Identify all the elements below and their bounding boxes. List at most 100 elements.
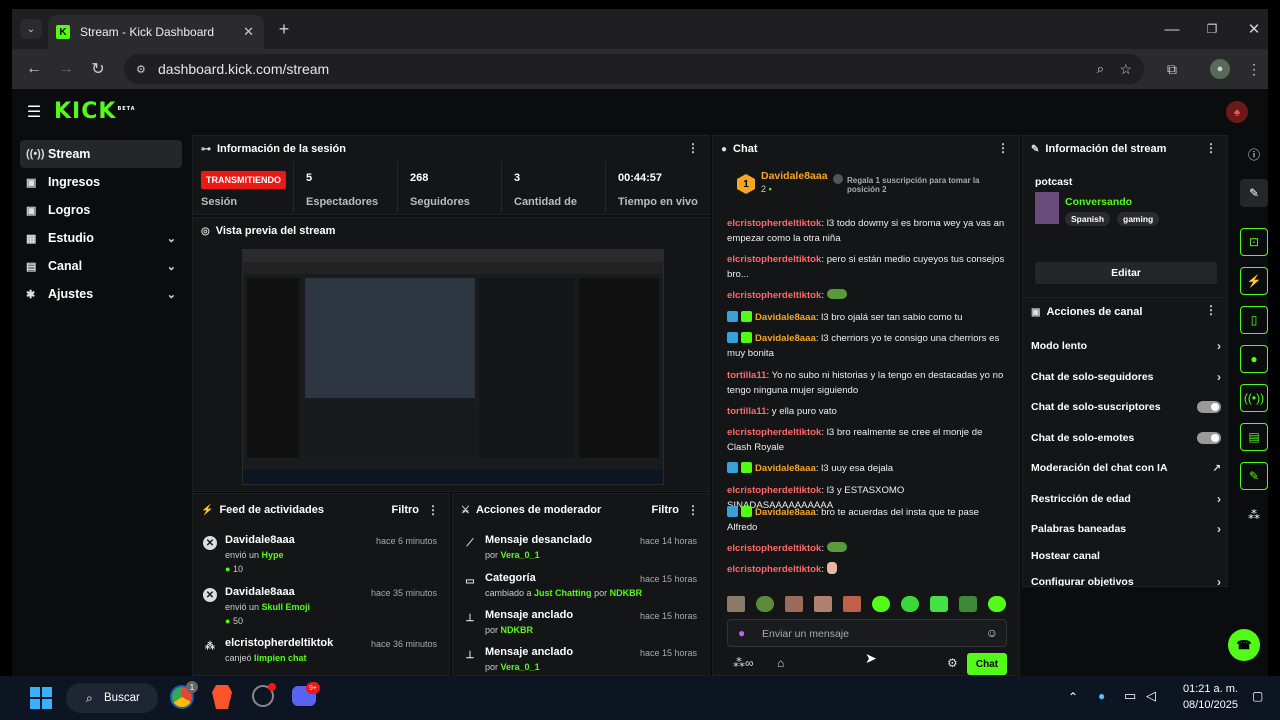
kebab-menu-icon[interactable]: ⋮ xyxy=(997,141,1009,155)
sidebar-item-ingresos[interactable]: ▣ Ingresos xyxy=(20,168,182,196)
mod-who[interactable]: Vera_0_1 xyxy=(501,550,540,560)
action-age-restriction[interactable]: Restricción de edad › xyxy=(1031,487,1221,511)
chat-user[interactable]: elcristopherdeltiktok xyxy=(727,218,821,229)
back-icon[interactable]: ← xyxy=(24,59,44,79)
document-icon[interactable]: ▯ xyxy=(1240,306,1268,334)
kebab-menu-icon[interactable]: ⋮ xyxy=(687,141,699,155)
chat-user[interactable]: Davidale8aaa xyxy=(755,507,816,518)
volume-icon[interactable]: ◁ xyxy=(1146,688,1156,704)
emote-icon[interactable] xyxy=(959,596,977,612)
chat-user[interactable]: elcristopherdeltiktok xyxy=(727,485,821,496)
minimize-icon[interactable]: — xyxy=(1162,19,1182,39)
mic-icon[interactable]: ● xyxy=(738,626,745,640)
edit-pencil-icon[interactable]: ✎ xyxy=(1240,179,1268,207)
tag-pill[interactable]: Spanish xyxy=(1065,212,1111,226)
tag-pill[interactable]: gaming xyxy=(1117,212,1160,226)
action-followers-only[interactable]: Chat de solo-seguidores › xyxy=(1031,365,1221,389)
clock-time[interactable]: 01:21 a. m. xyxy=(1178,683,1238,695)
zoom-icon[interactable]: ⌕ xyxy=(1097,61,1104,77)
tab-close-icon[interactable]: ✕ xyxy=(243,24,254,40)
site-info-icon[interactable]: ⚙ xyxy=(136,63,146,76)
restore-icon[interactable]: ❐ xyxy=(1202,19,1222,39)
bookmark-star-icon[interactable]: ☆ xyxy=(1119,61,1132,78)
feed-filter-button[interactable]: Filtro xyxy=(392,504,420,516)
kebab-menu-icon[interactable]: ⋮ xyxy=(1205,303,1217,317)
wrench-rail-icon[interactable]: ✎ xyxy=(1240,462,1268,490)
sidebar-item-estudio[interactable]: ▦ Estudio ⌄ xyxy=(20,224,182,252)
kebab-menu-icon[interactable]: ⋮ xyxy=(1205,141,1217,155)
chat-user[interactable]: Davidale8aaa xyxy=(755,333,816,344)
gift-prompt[interactable]: Regala 1 suscripción para tomar la posic… xyxy=(847,176,1007,194)
feed-user[interactable]: Davidale8aaa xyxy=(225,586,295,598)
hamburger-menu-icon[interactable]: ☰ xyxy=(24,102,44,122)
emote-icon[interactable] xyxy=(901,596,919,612)
action-banned-words[interactable]: Palabras baneadas › xyxy=(1031,517,1221,541)
chat-user[interactable]: elcristopherdeltiktok xyxy=(727,290,821,301)
extensions-icon[interactable]: ⧉ xyxy=(1162,59,1182,79)
edit-button[interactable]: Editar xyxy=(1035,262,1217,284)
chat-user[interactable]: elcristopherdeltiktok xyxy=(727,254,821,265)
browser-menu-icon[interactable]: ⋮ xyxy=(1246,59,1262,79)
emote-icon[interactable] xyxy=(756,596,774,612)
taskbar-search[interactable]: ⌕ Buscar xyxy=(66,683,158,713)
emote-icon[interactable] xyxy=(727,596,745,612)
info-icon[interactable]: ⓘ xyxy=(1240,140,1268,168)
stream-preview-video[interactable] xyxy=(242,249,664,485)
emote-icon[interactable] xyxy=(930,596,948,612)
chat-user[interactable]: elcristopherdeltiktok xyxy=(727,543,821,554)
action-goals[interactable]: Configurar objetivos › xyxy=(1031,570,1221,586)
windows-start-icon[interactable] xyxy=(30,687,52,709)
forward-icon[interactable]: → xyxy=(56,59,76,79)
microphone-icon[interactable]: ● xyxy=(1098,689,1105,703)
mod-filter-button[interactable]: Filtro xyxy=(652,504,680,516)
chat-user[interactable]: tortilla11 xyxy=(727,406,766,417)
action-ai-moderation[interactable]: Moderación del chat con IA ↗ xyxy=(1031,456,1221,480)
emote-icon[interactable] xyxy=(988,596,1006,612)
action-slow-mode[interactable]: Modo lento › xyxy=(1031,334,1221,358)
new-tab-icon[interactable]: + xyxy=(274,19,294,39)
mod-who[interactable]: NDKBR xyxy=(501,625,534,635)
sidebar-item-logros[interactable]: ▣ Logros xyxy=(20,196,182,224)
sidebar-item-canal[interactable]: ▤ Canal ⌄ xyxy=(20,252,182,280)
brave-taskbar-icon[interactable] xyxy=(212,685,232,709)
emotes-only-toggle[interactable] xyxy=(1197,432,1221,444)
clock-date[interactable]: 08/10/2025 xyxy=(1178,699,1238,711)
lightning-rail-icon[interactable]: ⚡ xyxy=(1240,267,1268,295)
chat-user[interactable]: elcristopherdeltiktok xyxy=(727,427,821,438)
subscribers-only-toggle[interactable] xyxy=(1197,401,1221,413)
store-icon[interactable]: ⌂ xyxy=(777,656,784,670)
chat-settings-icon[interactable]: ⚙ xyxy=(947,656,958,670)
chat-send-button[interactable]: Chat xyxy=(967,653,1007,675)
browser-tab[interactable]: K Stream - Kick Dashboard ✕ xyxy=(48,15,264,49)
emote-icon[interactable] xyxy=(872,596,890,612)
sidebar-item-stream[interactable]: ((•)) Stream xyxy=(20,140,182,168)
kick-logo[interactable]: KICKBETA xyxy=(54,99,136,124)
category-name[interactable]: Conversando xyxy=(1065,196,1132,208)
action-host-channel[interactable]: Hostear canal xyxy=(1031,544,1221,568)
profile-avatar[interactable]: ● xyxy=(1210,59,1230,79)
mod-extra[interactable]: NDKBR xyxy=(610,588,643,598)
user-avatar[interactable]: ♠ xyxy=(1226,101,1248,123)
reload-icon[interactable]: ↻ xyxy=(88,59,108,79)
chat-bubble-icon[interactable]: ● xyxy=(1240,345,1268,373)
kebab-menu-icon[interactable]: ⋮ xyxy=(687,503,699,517)
sidebar-item-ajustes[interactable]: ✱ Ajustes ⌄ xyxy=(20,280,182,308)
chat-user[interactable]: tortilla11 xyxy=(727,370,766,381)
capture-icon[interactable]: ⊡ xyxy=(1240,228,1268,256)
chat-user[interactable]: Davidale8aaa xyxy=(755,463,816,474)
layout-icon[interactable]: ▤ xyxy=(1240,423,1268,451)
network-icon[interactable]: ▭ xyxy=(1124,688,1136,704)
chat-input[interactable]: ● Enviar un mensaje ☺ xyxy=(727,619,1007,647)
emoji-icon[interactable]: ☺ xyxy=(986,626,998,640)
share-icon[interactable]: ⁂ xyxy=(1240,501,1268,529)
kebab-menu-icon[interactable]: ⋮ xyxy=(427,503,439,517)
close-window-icon[interactable]: ✕ xyxy=(1244,19,1264,39)
tab-search-icon[interactable]: ⌄ xyxy=(20,19,42,39)
rewards-icon[interactable]: ⁂∞ xyxy=(733,656,754,670)
address-bar[interactable]: ⚙ dashboard.kick.com/stream ⌕ ☆ xyxy=(124,54,1144,84)
tray-overflow-icon[interactable]: ⌃ xyxy=(1068,690,1078,704)
chat-user[interactable]: elcristopherdeltiktok xyxy=(727,564,821,575)
emote-icon[interactable] xyxy=(785,596,803,612)
top-gifter-name[interactable]: Davidale8aaa xyxy=(761,170,828,182)
support-chat-button[interactable]: ☎ xyxy=(1228,629,1260,661)
